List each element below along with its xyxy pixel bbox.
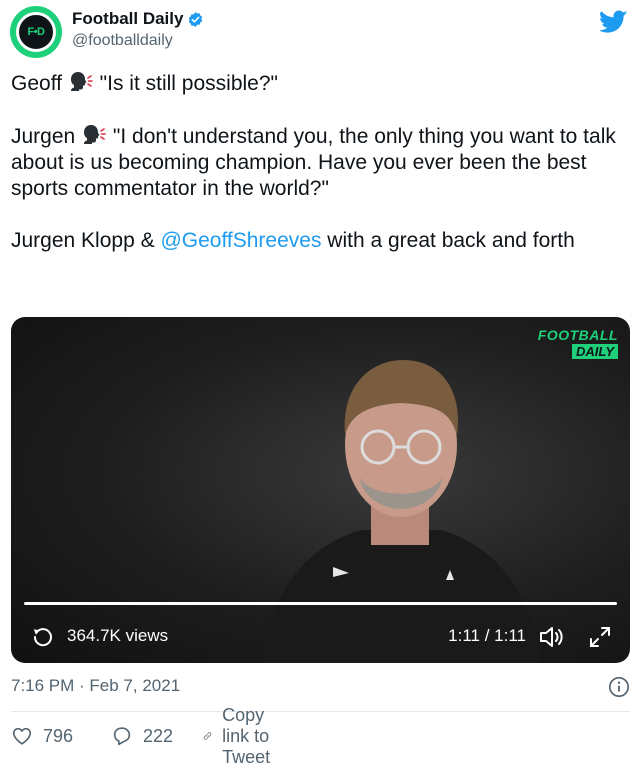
speaker-geoff: Geoff — [11, 72, 62, 95]
avatar[interactable]: F•D — [10, 6, 62, 58]
like-count: 796 — [43, 725, 74, 746]
brand-bottom-text: DAILY — [571, 344, 618, 359]
copy-link-button[interactable]: Copy link to Tweet — [203, 705, 283, 767]
tweet-header: F•D Football Daily @footballdaily — [10, 6, 630, 60]
video-frame — [261, 360, 541, 663]
fullscreen-icon[interactable] — [588, 625, 612, 649]
video-time: 1:11 / 1:11 — [448, 626, 526, 645]
divider — [11, 711, 630, 712]
replay-icon[interactable] — [31, 625, 55, 649]
heart-icon — [12, 727, 32, 745]
speaking-head-icon — [84, 125, 106, 144]
view-count: 364.7K views — [67, 626, 169, 645]
author-display-name-text: Football Daily — [72, 9, 184, 28]
copy-link-label: Copy link to Tweet — [222, 704, 271, 767]
mention-link[interactable]: @GeoffShreeves — [160, 229, 321, 252]
avatar-logo: F•D — [16, 12, 56, 52]
reply-count: 222 — [143, 725, 174, 746]
video-progress-bar[interactable] — [24, 602, 617, 605]
quote-geoff: "Is it still possible?" — [99, 72, 278, 95]
video-controls: 364.7K views 1:11 / 1:11 — [11, 621, 630, 653]
author-names: Football Daily @footballdaily — [72, 8, 204, 52]
twitter-bird-icon[interactable] — [600, 10, 628, 34]
info-icon[interactable] — [608, 676, 630, 698]
verified-badge-icon — [189, 11, 203, 27]
link-icon — [203, 732, 212, 740]
brand-top-text: FOOTBALL — [537, 327, 618, 343]
tweet-line-3: Jurgen Klopp & @GeoffShreeves with a gre… — [11, 228, 626, 254]
volume-icon[interactable] — [538, 624, 566, 650]
tweet-line-2: Jurgen "I don't understand you, the only… — [11, 123, 626, 202]
tweet-timestamp[interactable]: 7:16 PM · Feb 7, 2021 — [11, 676, 180, 696]
author-display-name[interactable]: Football Daily — [72, 8, 204, 30]
reply-icon — [113, 727, 131, 746]
tweet-line-1: Geoff "Is it still possible?" — [11, 70, 626, 97]
like-button[interactable]: 796 — [11, 722, 73, 750]
video-player[interactable]: FOOTBALL DAILY 364.7K views 1:11 / 1:11 — [11, 317, 630, 663]
tweet-line-3-before: Jurgen Klopp & — [11, 229, 161, 252]
tweet-body: Geoff "Is it still possible?" Jurgen "I … — [11, 70, 626, 254]
brand-watermark: FOOTBALL DAILY — [538, 327, 618, 361]
reply-button[interactable]: 222 — [111, 722, 173, 750]
speaker-jurgen: Jurgen — [11, 125, 76, 148]
tweet-line-3-after: with a great back and forth — [321, 229, 575, 252]
speaking-head-icon — [70, 72, 93, 91]
author-handle[interactable]: @footballdaily — [72, 30, 204, 52]
